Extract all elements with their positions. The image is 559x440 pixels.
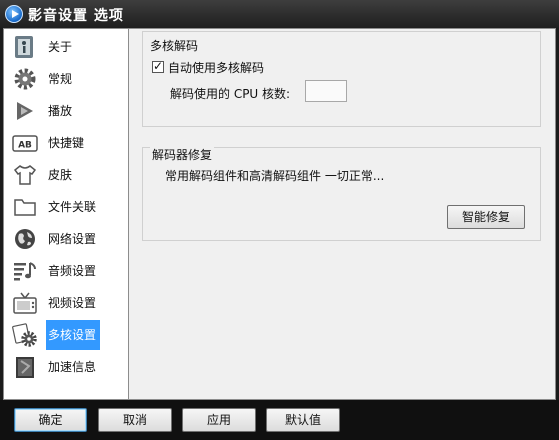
apply-button[interactable]: 应用 <box>182 408 256 432</box>
sidebar-item-skin[interactable]: 皮肤 <box>4 159 128 191</box>
sidebar-item-label: 网络设置 <box>48 232 97 246</box>
sidebar-item-label: 多核设置 <box>46 320 100 350</box>
smart-repair-button[interactable]: 智能修复 <box>447 205 525 229</box>
sidebar-item-audio[interactable]: 音频设置 <box>4 255 128 287</box>
play-icon <box>17 102 33 120</box>
sidebar-item-acceleration[interactable]: 加速信息 <box>4 351 128 383</box>
sidebar-item-file-association[interactable]: 文件关联 <box>4 191 128 223</box>
sidebar-item-label: 播放 <box>48 104 73 118</box>
options-window: 影音设置 选项 关于 常规 播放 AB 快捷键 皮肤 文件关联 网络设置 音频设… <box>0 0 559 440</box>
title-bar: 影音设置 选项 <box>0 0 559 28</box>
sidebar-item-label: 常规 <box>48 72 73 86</box>
sidebar-item-hotkeys[interactable]: AB 快捷键 <box>4 127 128 159</box>
multicore-decoding-group: 多核解码 自动使用多核解码 解码使用的 CPU 核数: <box>142 31 541 127</box>
window-title: 影音设置 选项 <box>28 8 124 24</box>
cpu-count-input[interactable] <box>305 80 347 102</box>
tv-icon <box>13 292 37 314</box>
sidebar-item-general[interactable]: 常规 <box>4 63 128 95</box>
info-icon <box>15 36 33 58</box>
multicore-gear-icon <box>12 323 37 347</box>
group-title: 解码器修复 <box>150 146 215 163</box>
audio-icon <box>14 262 36 281</box>
settings-content: 多核解码 自动使用多核解码 解码使用的 CPU 核数: 解码器修复 常用解码组件… <box>129 28 556 400</box>
cancel-button[interactable]: 取消 <box>98 408 172 432</box>
sidebar-item-label: 音频设置 <box>48 264 97 278</box>
keyboard-ab-icon: AB <box>12 135 38 152</box>
sidebar-item-playback[interactable]: 播放 <box>4 95 128 127</box>
auto-multicore-label: 自动使用多核解码 <box>168 61 265 75</box>
sidebar-item-label: 皮肤 <box>48 168 73 182</box>
folder-icon <box>14 199 36 216</box>
sidebar-item-label: 视频设置 <box>48 296 97 310</box>
sidebar-item-label: 加速信息 <box>48 360 97 374</box>
sidebar-item-label: 快捷键 <box>48 136 85 150</box>
sidebar-item-network[interactable]: 网络设置 <box>4 223 128 255</box>
gear-icon <box>14 68 36 90</box>
app-logo-icon <box>5 5 23 23</box>
globe-icon <box>15 229 35 249</box>
dialog-button-bar: 确定 取消 应用 默认值 <box>0 400 559 440</box>
sidebar-item-multicore[interactable]: 多核设置 <box>4 319 128 351</box>
cpu-count-label: 解码使用的 CPU 核数: <box>170 87 291 101</box>
accelerate-book-icon <box>16 357 34 378</box>
settings-sidebar: 关于 常规 播放 AB 快捷键 皮肤 文件关联 网络设置 音频设置 视频设置 多… <box>3 28 129 400</box>
sidebar-item-about[interactable]: 关于 <box>4 31 128 63</box>
ok-button[interactable]: 确定 <box>14 408 87 432</box>
svg-text:AB: AB <box>18 141 32 151</box>
decoder-repair-group: 解码器修复 常用解码组件和高清解码组件 一切正常... 智能修复 <box>142 146 541 241</box>
tshirt-icon <box>13 165 37 185</box>
auto-multicore-checkbox[interactable] <box>152 59 164 73</box>
group-title: 多核解码 <box>150 39 199 53</box>
decoder-status-text: 常用解码组件和高清解码组件 一切正常... <box>165 169 385 183</box>
sidebar-item-video[interactable]: 视频设置 <box>4 287 128 319</box>
sidebar-item-label: 文件关联 <box>48 200 97 214</box>
sidebar-item-label: 关于 <box>48 40 73 54</box>
default-button[interactable]: 默认值 <box>266 408 340 432</box>
